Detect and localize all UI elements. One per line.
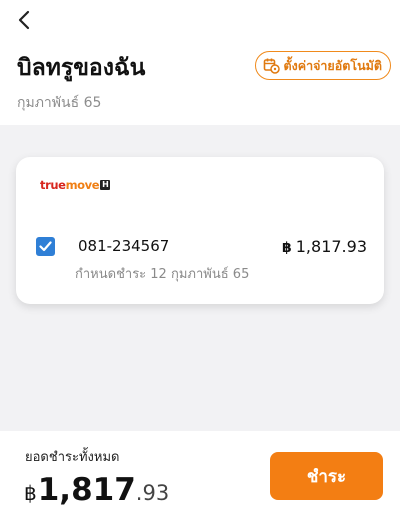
payment-footer: ยอดชำระทั้งหมด ฿ 1,817 .93 ชำระ — [0, 431, 400, 520]
total-amount-integer: 1,817 — [37, 472, 136, 508]
page-title: บิลทรูของฉัน — [17, 55, 146, 81]
total-amount-decimal: .93 — [135, 481, 170, 505]
autopay-settings-button[interactable]: ตั้งค่าจ่ายอัตโนมัติ — [255, 51, 391, 80]
bill-select-checkbox[interactable] — [36, 237, 55, 256]
baht-symbol: ฿ — [282, 240, 292, 256]
truemove-h-logo: true move H — [40, 178, 111, 192]
bill-amount: ฿ 1,817.93 — [282, 237, 367, 256]
logo-true-text: true — [40, 178, 66, 192]
bill-card: true move H 081-234567 กำหนดชำระ 12 กุมภ… — [16, 157, 384, 304]
calendar-gear-icon — [264, 58, 281, 74]
logo-h-badge: H — [100, 180, 111, 190]
header: บิลทรูของฉัน กุมภาพันธ์ 65 ตั้งค่าจ่ายอั… — [0, 0, 400, 125]
bill-amount-value: 1,817.93 — [295, 237, 367, 256]
back-button[interactable] — [12, 8, 36, 32]
chevron-left-icon — [18, 10, 30, 30]
billing-period: กุมภาพันธ์ 65 — [17, 95, 102, 111]
total-baht-symbol: ฿ — [24, 481, 37, 505]
due-date: กำหนดชำระ 12 กุมภาพันธ์ 65 — [75, 267, 250, 282]
pay-button[interactable]: ชำระ — [270, 452, 383, 500]
total-amount: ฿ 1,817 .93 — [24, 472, 169, 508]
autopay-label: ตั้งค่าจ่ายอัตโนมัติ — [283, 57, 382, 73]
checkmark-icon — [39, 241, 52, 252]
logo-move-text: move — [65, 178, 100, 192]
total-label: ยอดชำระทั้งหมด — [25, 450, 120, 465]
phone-number: 081-234567 — [78, 237, 170, 255]
